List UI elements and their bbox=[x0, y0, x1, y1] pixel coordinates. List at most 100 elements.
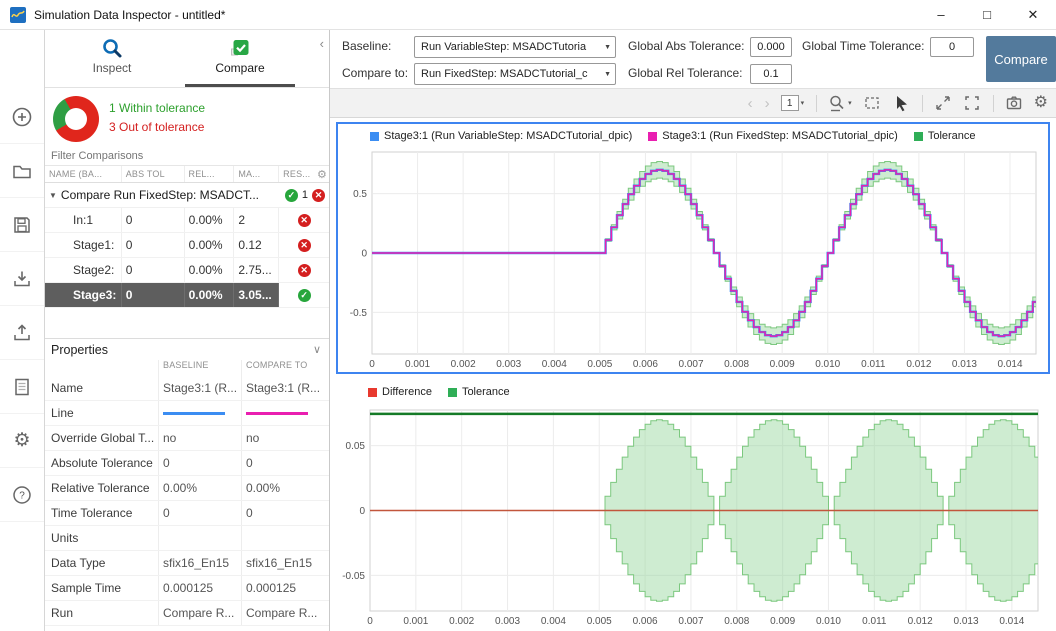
svg-text:0: 0 bbox=[359, 506, 365, 517]
properties-header[interactable]: Properties ∨ bbox=[45, 338, 329, 360]
difference-chart[interactable]: 00.0010.0020.0030.0040.0050.0060.0070.00… bbox=[336, 404, 1050, 631]
svg-text:0.5: 0.5 bbox=[353, 189, 367, 200]
preferences-button[interactable]: ⚙ bbox=[0, 414, 44, 468]
save-button[interactable] bbox=[0, 198, 44, 252]
legend-item[interactable]: Stage3:1 (Run FixedStep: MSADCTutorial_d… bbox=[648, 130, 898, 142]
property-row[interactable]: Sample Time0.0001250.000125 bbox=[45, 576, 329, 601]
legend-item[interactable]: Tolerance bbox=[914, 130, 976, 142]
fit-to-view-button[interactable] bbox=[934, 94, 952, 112]
gear-icon: ⚙ bbox=[13, 431, 30, 450]
svg-text:0.012: 0.012 bbox=[908, 616, 933, 627]
table-settings-gear-icon[interactable]: ⚙ bbox=[317, 168, 327, 181]
global-abs-tolerance-input[interactable] bbox=[750, 37, 792, 57]
export-button[interactable] bbox=[0, 306, 44, 360]
property-row[interactable]: RunCompare R...Compare R... bbox=[45, 601, 329, 626]
filter-comparisons-input[interactable] bbox=[51, 150, 318, 162]
column-header-result[interactable]: RES... ⚙ bbox=[279, 166, 329, 182]
fail-icon: ✕ bbox=[298, 264, 311, 277]
svg-text:0.011: 0.011 bbox=[861, 359, 886, 370]
svg-text:0.005: 0.005 bbox=[587, 616, 612, 627]
property-row[interactable]: Override Global T...nono bbox=[45, 426, 329, 451]
fullscreen-button[interactable] bbox=[963, 94, 981, 112]
fail-icon: ✕ bbox=[298, 214, 311, 227]
window-title: Simulation Data Inspector - untitled* bbox=[34, 8, 225, 22]
svg-text:0.013: 0.013 bbox=[952, 359, 977, 370]
plot-legend: Difference Tolerance bbox=[336, 380, 1050, 404]
cursor-icon bbox=[892, 94, 910, 112]
properties-rows: NameStage3:1 (R...Stage3:1 (R...LineOver… bbox=[45, 376, 329, 626]
svg-text:0.008: 0.008 bbox=[724, 616, 749, 627]
property-row[interactable]: Time Tolerance00 bbox=[45, 501, 329, 526]
create-report-button[interactable] bbox=[0, 360, 44, 414]
signal-chart[interactable]: 00.0010.0020.0030.0040.0050.0060.0070.00… bbox=[338, 148, 1048, 372]
import-button[interactable] bbox=[0, 252, 44, 306]
difference-plot[interactable]: DifferenceTolerance 00.0010.0020.0030.00… bbox=[336, 380, 1050, 631]
add-run-button[interactable] bbox=[0, 90, 44, 144]
column-header-max-diff[interactable]: MA... bbox=[234, 166, 279, 182]
tab-compare[interactable]: Compare bbox=[185, 37, 295, 75]
global-rel-tolerance-input[interactable] bbox=[750, 64, 792, 84]
fullscreen-brackets-icon bbox=[963, 94, 981, 112]
baseline-compare-plot[interactable]: Stage3:1 (Run VariableStep: MSADCTutoria… bbox=[336, 122, 1050, 374]
comparison-table-header: NAME (BA... ABS TOL REL... MA... RES... … bbox=[45, 165, 329, 183]
next-plot-button[interactable]: › bbox=[765, 95, 770, 112]
snapshot-button[interactable] bbox=[1005, 94, 1023, 112]
column-header-name[interactable]: NAME (BA... bbox=[45, 166, 122, 182]
legend-swatch bbox=[448, 388, 457, 397]
help-button[interactable]: ? bbox=[0, 468, 44, 522]
save-icon bbox=[12, 215, 32, 235]
property-row[interactable]: NameStage3:1 (R...Stage3:1 (R... bbox=[45, 376, 329, 401]
column-header-compare-to: COMPARE TO bbox=[241, 360, 329, 376]
legend-item[interactable]: Tolerance bbox=[448, 386, 510, 398]
legend-item[interactable]: Stage3:1 (Run VariableStep: MSADCTutoria… bbox=[370, 130, 632, 142]
legend-label: Stage3:1 (Run VariableStep: MSADCTutoria… bbox=[384, 130, 632, 142]
property-row[interactable]: Data Typesfix16_En15sfix16_En15 bbox=[45, 551, 329, 576]
compare-to-dropdown[interactable]: Run FixedStep: MSADCTutorial_c▼ bbox=[414, 63, 616, 85]
fail-icon: ✕ bbox=[312, 189, 325, 202]
left-panel: Inspect Compare ‹ 1 Within tolerance 3 O… bbox=[45, 30, 330, 631]
zoom-button[interactable]: ▾ bbox=[828, 94, 852, 112]
group-name: Compare Run FixedStep: MSADCT... bbox=[61, 188, 285, 202]
collapse-panel-icon[interactable]: ‹ bbox=[320, 36, 324, 51]
filter-row bbox=[45, 148, 329, 165]
maximize-button[interactable]: □ bbox=[964, 0, 1010, 29]
prev-plot-button[interactable]: ‹ bbox=[748, 95, 753, 112]
collapse-properties-icon[interactable]: ∨ bbox=[313, 339, 321, 361]
baseline-dropdown[interactable]: Run VariableStep: MSADCTutoria▼ bbox=[414, 36, 616, 58]
comparison-row[interactable]: Stage3:00.00%3.05...✓ bbox=[45, 283, 329, 308]
toolbar-separator bbox=[816, 95, 817, 112]
legend-item[interactable]: Difference bbox=[368, 386, 432, 398]
subplot-layout-button[interactable]: 1▾ bbox=[781, 95, 805, 111]
property-row[interactable]: Line bbox=[45, 401, 329, 426]
svg-text:0.014: 0.014 bbox=[998, 359, 1023, 370]
legend-label: Difference bbox=[382, 386, 432, 398]
comparison-group-row[interactable]: ▼ Compare Run FixedStep: MSADCT... ✓ 1 ✕ bbox=[45, 183, 329, 208]
property-row[interactable]: Absolute Tolerance00 bbox=[45, 451, 329, 476]
svg-text:0.006: 0.006 bbox=[633, 359, 658, 370]
comparison-row[interactable]: Stage2:00.00%2.75...✕ bbox=[45, 258, 329, 283]
svg-text:0.003: 0.003 bbox=[496, 359, 521, 370]
comparison-row[interactable]: Stage1:00.00%0.12✕ bbox=[45, 233, 329, 258]
column-header-abs-tol[interactable]: ABS TOL bbox=[122, 166, 185, 182]
app-icon bbox=[10, 7, 26, 23]
minimize-button[interactable]: – bbox=[918, 0, 964, 29]
close-button[interactable]: ✕ bbox=[1010, 0, 1056, 29]
region-select-button[interactable] bbox=[863, 94, 881, 112]
properties-title: Properties bbox=[51, 343, 108, 357]
comparison-row[interactable]: In:100.00%2✕ bbox=[45, 208, 329, 233]
toolbar-separator bbox=[993, 95, 994, 112]
import-icon bbox=[12, 269, 32, 289]
property-row[interactable]: Units bbox=[45, 526, 329, 551]
property-row[interactable]: Relative Tolerance0.00%0.00% bbox=[45, 476, 329, 501]
expand-triangle-icon[interactable]: ▼ bbox=[49, 191, 57, 200]
tab-inspect-label: Inspect bbox=[93, 61, 132, 75]
plot-settings-button[interactable]: ⚙ bbox=[1034, 95, 1048, 111]
tab-inspect[interactable]: Inspect bbox=[57, 37, 167, 75]
open-button[interactable] bbox=[0, 144, 44, 198]
global-time-tolerance-input[interactable] bbox=[930, 37, 974, 57]
column-header-rel-tol[interactable]: REL... bbox=[185, 166, 235, 182]
expand-arrows-icon bbox=[934, 94, 952, 112]
pointer-tool-button[interactable] bbox=[892, 94, 910, 112]
compare-button[interactable]: Compare bbox=[986, 36, 1056, 82]
within-tolerance-text: 1 Within tolerance bbox=[109, 99, 205, 118]
